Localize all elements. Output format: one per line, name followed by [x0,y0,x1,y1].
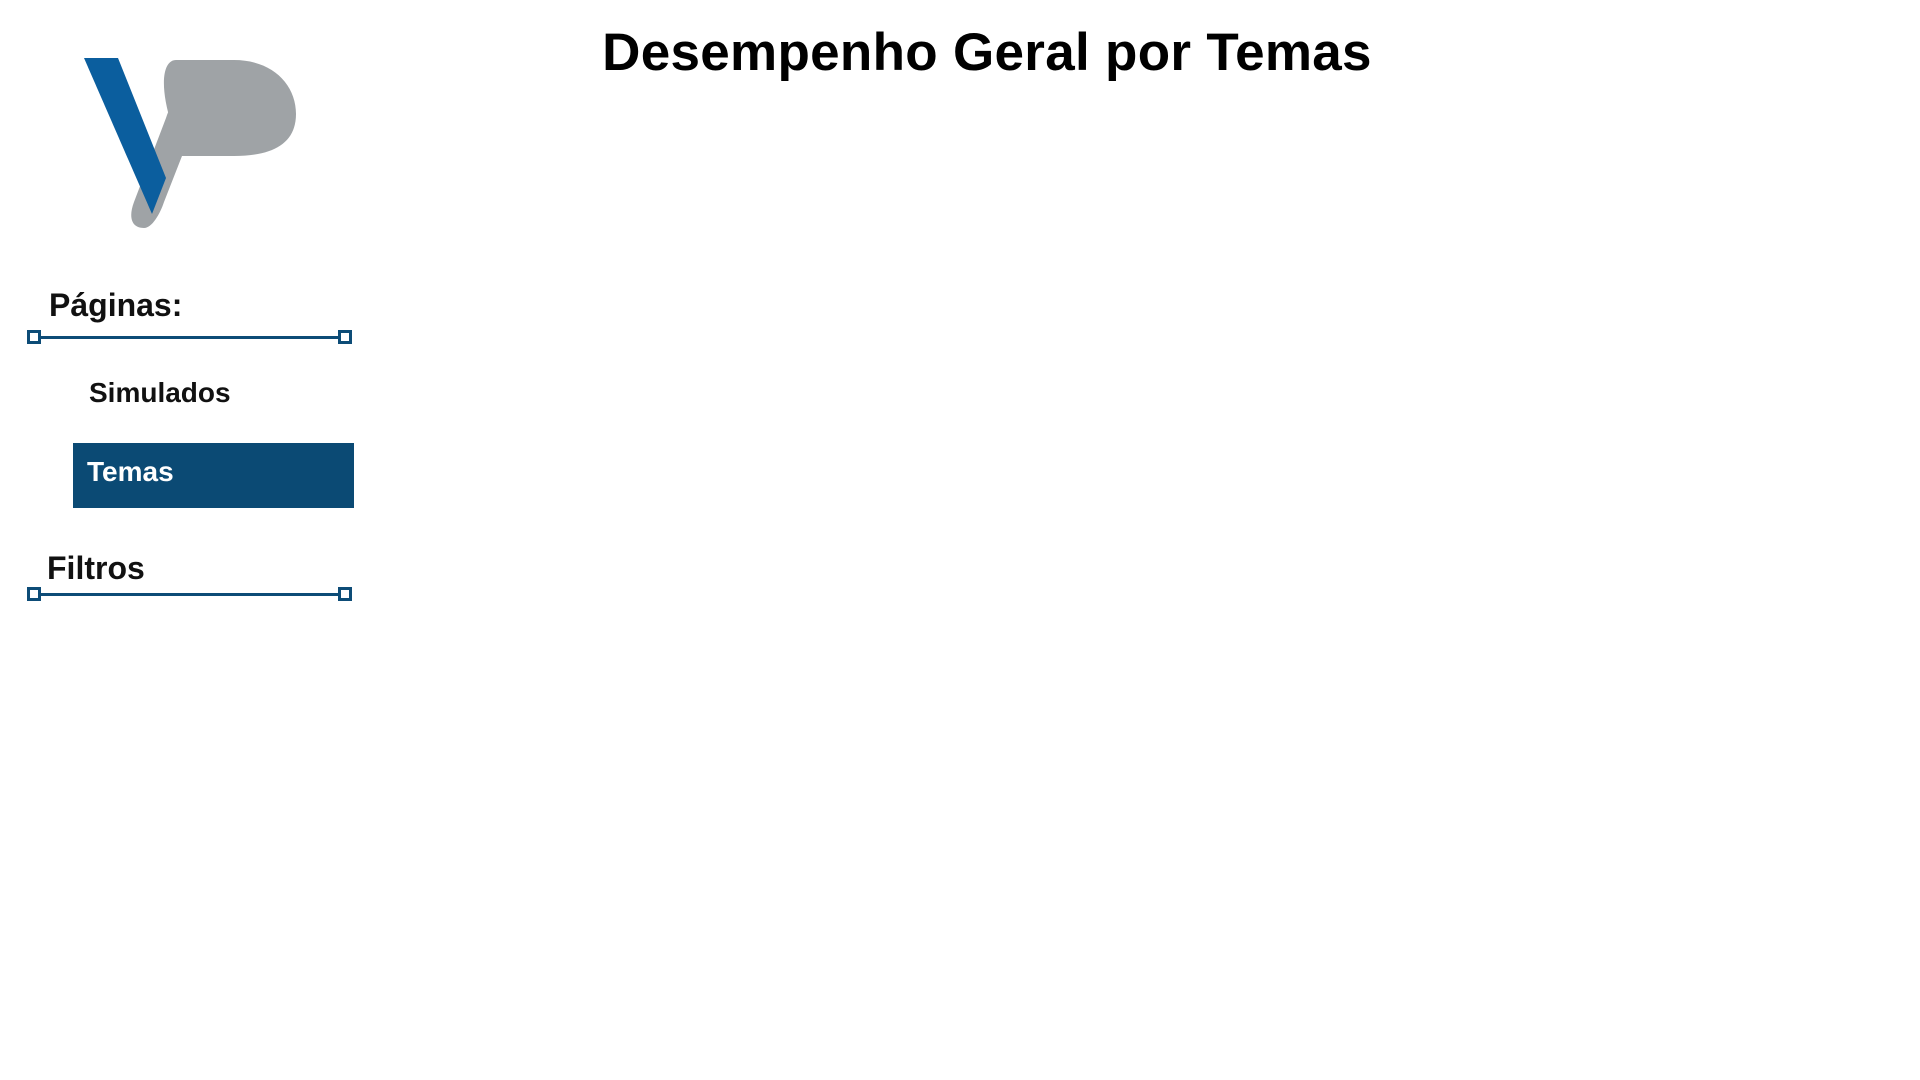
nav-button-temas[interactable]: Temas [73,443,354,508]
filters-section-label: Filtros [47,550,145,586]
pages-divider [27,330,352,344]
divider-handle-right [338,330,352,344]
divider-handle-left [27,330,41,344]
divider-handle-left [27,587,41,601]
nav-button-simulados[interactable]: Simulados [73,360,354,425]
divider-handle-right [338,587,352,601]
page-title: Desempenho Geral por Temas [602,23,1372,82]
report-page: Desempenho Geral por Temas Páginas: Simu… [0,0,1920,1080]
filters-divider [27,587,352,601]
pages-section-label: Páginas: [49,287,183,323]
